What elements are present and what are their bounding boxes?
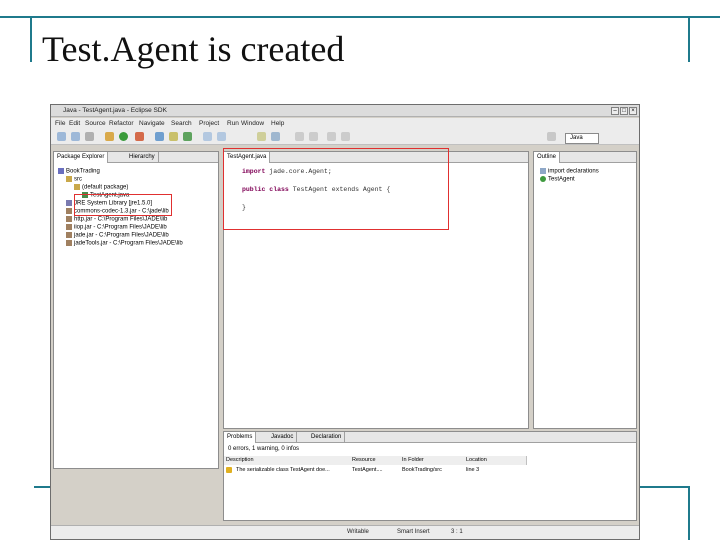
tab-javadoc[interactable]: Javadoc (268, 432, 298, 443)
col-in-folder[interactable]: In Folder (400, 456, 467, 465)
open-perspective-icon[interactable] (547, 132, 556, 141)
row-description: The serializable class TestAgent doe... (236, 467, 330, 473)
window-titlebar: Java - TestAgent.java - Eclipse SDK – □ … (51, 105, 639, 117)
highlight-box-package (74, 194, 172, 216)
right-bottom-accent (688, 486, 690, 540)
jar-icon (66, 216, 72, 222)
problems-table: Description Resource In Folder Location … (224, 456, 527, 486)
status-writable: Writable (347, 529, 369, 535)
tree-item-jar[interactable]: jade.jar - C:\Program Files\JADE\lib (66, 232, 169, 240)
minimize-button[interactable]: – (611, 107, 619, 115)
print-icon[interactable] (85, 132, 94, 141)
menu-window[interactable]: Window (241, 120, 264, 127)
outline-tabs: Outline (534, 152, 636, 163)
close-button[interactable]: × (629, 107, 637, 115)
row-folder: BookTrading/src (402, 467, 442, 473)
menu-file[interactable]: File (55, 120, 65, 127)
tab-package-explorer[interactable]: Package Explorer (54, 152, 109, 163)
bottom-rule-right (640, 486, 690, 488)
status-cursor-position: 3 : 1 (451, 529, 463, 535)
menu-navigate[interactable]: Navigate (139, 120, 165, 127)
warning-icon (226, 467, 232, 473)
tree-item-jar[interactable]: http.jar - C:\Program Files\JADE\lib (66, 216, 167, 224)
forward-icon[interactable] (341, 132, 350, 141)
tab-problems[interactable]: Problems (224, 432, 257, 443)
tab-outline[interactable]: Outline (534, 152, 561, 163)
previous-annotation-icon[interactable] (309, 132, 318, 141)
tab-declaration[interactable]: Declaration (308, 432, 346, 443)
jar-icon (66, 232, 72, 238)
outline-item-class[interactable]: TestAgent (540, 176, 575, 184)
search-icon[interactable] (217, 132, 226, 141)
menu-refactor[interactable]: Refactor (109, 120, 134, 127)
menu-project[interactable]: Project (199, 120, 219, 127)
tree-item-project[interactable]: BookTrading (58, 168, 100, 176)
col-resource[interactable]: Resource (350, 456, 403, 465)
new-icon[interactable] (57, 132, 66, 141)
window-title: Java - TestAgent.java - Eclipse SDK (63, 107, 167, 114)
package-icon (74, 184, 80, 190)
menu-edit[interactable]: Edit (69, 120, 80, 127)
table-row[interactable]: The serializable class TestAgent doe... … (224, 466, 524, 475)
debug-icon[interactable] (105, 132, 114, 141)
slide-title: Test.Agent is created (42, 29, 345, 69)
top-rule (0, 16, 720, 18)
external-tools-icon[interactable] (135, 132, 144, 141)
project-icon (58, 168, 64, 174)
problems-summary: 0 errors, 1 warning, 0 infos (228, 446, 300, 452)
tree-item-jar[interactable]: jadeTools.jar - C:\Program Files\JADE\li… (66, 240, 183, 248)
menu-run[interactable]: Run (227, 120, 239, 127)
right-accent-rule (688, 16, 690, 62)
imports-icon (540, 168, 546, 174)
col-location[interactable]: Location (464, 456, 527, 465)
jar-icon (66, 208, 72, 214)
new-class-icon[interactable] (183, 132, 192, 141)
open-type-icon[interactable] (203, 132, 212, 141)
outline-panel: Outline import declarations TestAgent (533, 151, 637, 429)
problems-panel: Problems Javadoc Declaration 0 errors, 1… (223, 431, 637, 521)
class-icon (540, 176, 546, 182)
left-accent-rule (30, 16, 32, 62)
highlight-box-editor (223, 148, 449, 230)
eclipse-window: Java - TestAgent.java - Eclipse SDK – □ … (50, 104, 640, 540)
row-location: line 3 (466, 467, 480, 473)
save-icon[interactable] (71, 132, 80, 141)
tree-item-default-package[interactable]: (default package) (74, 184, 128, 192)
toolbar (51, 129, 639, 145)
tree-item-jar[interactable]: iiop.jar - C:\Program Files\JADE\lib (66, 224, 167, 232)
tab-hierarchy[interactable]: Hierarchy (126, 152, 159, 163)
back-icon[interactable] (327, 132, 336, 141)
new-java-project-icon[interactable] (155, 132, 164, 141)
menu-source[interactable]: Source (85, 120, 106, 127)
jar-icon (66, 240, 72, 246)
editor-panel: TestAgent.java import jade.core.Agent; p… (223, 148, 529, 429)
menu-search[interactable]: Search (171, 120, 192, 127)
col-description[interactable]: Description (224, 456, 353, 465)
java-perspective-button[interactable]: Java (565, 133, 599, 144)
menu-bar: File Edit Source Refactor Navigate Searc… (51, 118, 639, 129)
problems-tabs: Problems Javadoc Declaration (224, 432, 636, 443)
next-annotation-icon[interactable] (295, 132, 304, 141)
jar-icon (66, 224, 72, 230)
outline-item-imports[interactable]: import declarations (540, 168, 599, 176)
library-icon (66, 200, 72, 206)
maximize-button[interactable]: □ (620, 107, 628, 115)
source-folder-icon (66, 176, 72, 182)
annotation-icon[interactable] (271, 132, 280, 141)
run-icon[interactable] (119, 132, 128, 141)
package-explorer-panel: Package Explorer Hierarchy BookTrading s… (53, 151, 219, 469)
tree-item-src[interactable]: src (66, 176, 82, 184)
menu-help[interactable]: Help (271, 120, 284, 127)
new-package-icon[interactable] (169, 132, 178, 141)
toggle-mark-icon[interactable] (257, 132, 266, 141)
status-bar: Writable Smart Insert 3 : 1 (51, 525, 639, 539)
package-explorer-tabs: Package Explorer Hierarchy (54, 152, 218, 163)
row-resource: TestAgent.... (352, 467, 383, 473)
status-insert-mode: Smart Insert (397, 529, 430, 535)
